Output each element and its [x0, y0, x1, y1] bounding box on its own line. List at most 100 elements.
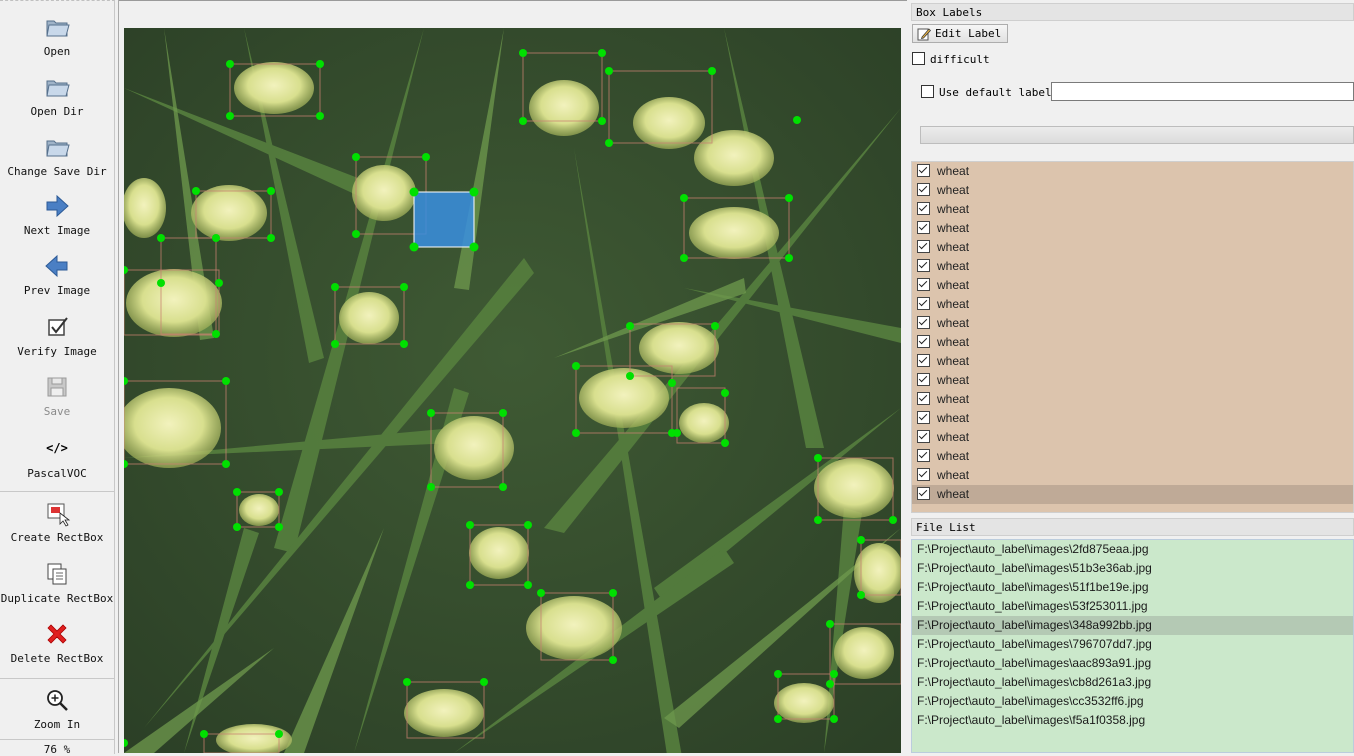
label-list-item[interactable]: wheat: [912, 162, 1353, 181]
label-list-item[interactable]: wheat: [912, 181, 1353, 200]
file-list-item[interactable]: F:\Project\auto_label\images\f5a1f0358.j…: [912, 711, 1353, 730]
checkbox-icon[interactable]: [917, 221, 930, 234]
checkbox-icon[interactable]: [917, 487, 930, 500]
delete-rectbox-label: Delete RectBox: [10, 652, 104, 665]
label-list-item[interactable]: wheat: [912, 219, 1353, 238]
file-list-item[interactable]: F:\Project\auto_label\images\cc3532ff6.j…: [912, 692, 1353, 711]
label-combo-box[interactable]: [920, 126, 1354, 144]
label-list-item[interactable]: wheat: [912, 295, 1353, 314]
label-list-item[interactable]: wheat: [912, 276, 1353, 295]
zoom-in-button[interactable]: Zoom In: [0, 686, 114, 731]
file-list-item[interactable]: F:\Project\auto_label\images\aac893a91.j…: [912, 654, 1353, 673]
image-canvas[interactable]: [124, 28, 901, 753]
use-default-label-text: Use default label: [939, 86, 1052, 99]
label-list-item[interactable]: wheat: [912, 390, 1353, 409]
change-save-dir-label: Change Save Dir: [7, 165, 107, 178]
label-list: wheat wheat wheat wheat wheat wheat wheat wheat…: [911, 161, 1354, 513]
checkbox-icon[interactable]: [917, 278, 930, 291]
open-button[interactable]: Open: [0, 13, 114, 58]
format-button[interactable]: </> PascalVOC: [0, 439, 114, 480]
label-list-item[interactable]: wheat: [912, 409, 1353, 428]
toolbar-divider: [0, 678, 114, 679]
file-list-item[interactable]: F:\Project\auto_label\images\348a992bb.j…: [912, 616, 1353, 635]
label-list-item-text: wheat: [937, 259, 970, 273]
difficult-label: difficult: [930, 53, 990, 66]
label-list-item[interactable]: wheat: [912, 447, 1353, 466]
checkbox-icon[interactable]: [917, 297, 930, 310]
save-label: Save: [43, 405, 71, 418]
label-list-item-text: wheat: [937, 297, 970, 311]
delete-rectbox-button[interactable]: Delete RectBox: [0, 620, 114, 665]
label-list-item-text: wheat: [937, 354, 970, 368]
checkbox-icon: [921, 85, 934, 98]
checkbox-icon[interactable]: [917, 373, 930, 386]
label-list-item-text: wheat: [937, 392, 970, 406]
checkbox-icon: [912, 52, 925, 65]
toolbar-divider: [0, 739, 114, 740]
label-list-item-text: wheat: [937, 221, 970, 235]
canvas-area: [118, 0, 907, 753]
checkbox-icon[interactable]: [917, 411, 930, 424]
checkbox-icon[interactable]: [917, 202, 930, 215]
format-label: PascalVOC: [27, 467, 87, 480]
code-icon: </>: [46, 441, 68, 455]
label-list-item-text: wheat: [937, 316, 970, 330]
open-dir-label: Open Dir: [30, 105, 84, 118]
default-label-input[interactable]: [1051, 82, 1354, 101]
file-list-item[interactable]: F:\Project\auto_label\images\53f253011.j…: [912, 597, 1353, 616]
selected-bounding-box[interactable]: [409, 187, 479, 252]
label-list-item[interactable]: wheat: [912, 257, 1353, 276]
file-list-item[interactable]: F:\Project\auto_label\images\796707dd7.j…: [912, 635, 1353, 654]
checkbox-icon[interactable]: [917, 430, 930, 443]
label-list-item[interactable]: wheat: [912, 200, 1353, 219]
checkbox-icon[interactable]: [917, 316, 930, 329]
box-labels-title: Box Labels: [911, 3, 1354, 21]
use-default-label-checkbox[interactable]: Use default label: [921, 85, 1052, 100]
arrow-right-icon: [46, 194, 69, 218]
label-list-item[interactable]: wheat: [912, 485, 1353, 504]
checkbox-icon[interactable]: [917, 354, 930, 367]
prev-image-button[interactable]: Prev Image: [0, 252, 114, 297]
open-label: Open: [43, 45, 71, 58]
save-button[interactable]: Save: [0, 373, 114, 418]
edit-label-button[interactable]: Edit Label: [912, 24, 1008, 43]
label-list-item-text: wheat: [937, 468, 970, 482]
checkbox-icon[interactable]: [917, 449, 930, 462]
label-list-item[interactable]: wheat: [912, 352, 1353, 371]
file-list-item[interactable]: F:\Project\auto_label\images\51f1be19e.j…: [912, 578, 1353, 597]
label-list-item[interactable]: wheat: [912, 314, 1353, 333]
checkbox-icon[interactable]: [917, 183, 930, 196]
open-dir-button[interactable]: Open Dir: [0, 73, 114, 118]
label-list-item-text: wheat: [937, 449, 970, 463]
floppy-disk-icon: [47, 377, 67, 397]
label-list-item[interactable]: wheat: [912, 333, 1353, 352]
next-image-button[interactable]: Next Image: [0, 192, 114, 237]
checkbox-icon[interactable]: [917, 392, 930, 405]
create-rectbox-button[interactable]: Create RectBox: [0, 499, 114, 544]
label-list-item[interactable]: wheat: [912, 371, 1353, 390]
label-list-item-text: wheat: [937, 278, 970, 292]
verify-image-button[interactable]: Verify Image: [0, 313, 114, 358]
delete-x-icon: [47, 624, 67, 644]
verify-image-label: Verify Image: [17, 345, 97, 358]
folder-icon: [46, 20, 70, 37]
label-list-item-text: wheat: [937, 335, 970, 349]
file-list-item[interactable]: F:\Project\auto_label\images\cb8d261a3.j…: [912, 673, 1353, 692]
label-list-item[interactable]: wheat: [912, 466, 1353, 485]
duplicate-rectbox-button[interactable]: Duplicate RectBox: [0, 560, 114, 605]
checkbox-icon[interactable]: [917, 240, 930, 253]
file-list-item[interactable]: F:\Project\auto_label\images\51b3e36ab.j…: [912, 559, 1353, 578]
zoom-level[interactable]: 76 %: [0, 743, 114, 756]
label-list-item[interactable]: wheat: [912, 428, 1353, 447]
change-save-dir-button[interactable]: Change Save Dir: [0, 133, 114, 178]
checkbox-icon[interactable]: [917, 259, 930, 272]
checkbox-icon[interactable]: [917, 468, 930, 481]
file-list-item[interactable]: F:\Project\auto_label\images\2fd875eaa.j…: [912, 540, 1353, 559]
folder-icon: [46, 140, 70, 157]
label-list-item[interactable]: wheat: [912, 238, 1353, 257]
checkbox-icon[interactable]: [917, 164, 930, 177]
difficult-checkbox[interactable]: difficult: [912, 52, 990, 67]
toolbar-divider: [0, 491, 114, 492]
checkbox-icon[interactable]: [917, 335, 930, 348]
folder-icon: [46, 80, 70, 97]
